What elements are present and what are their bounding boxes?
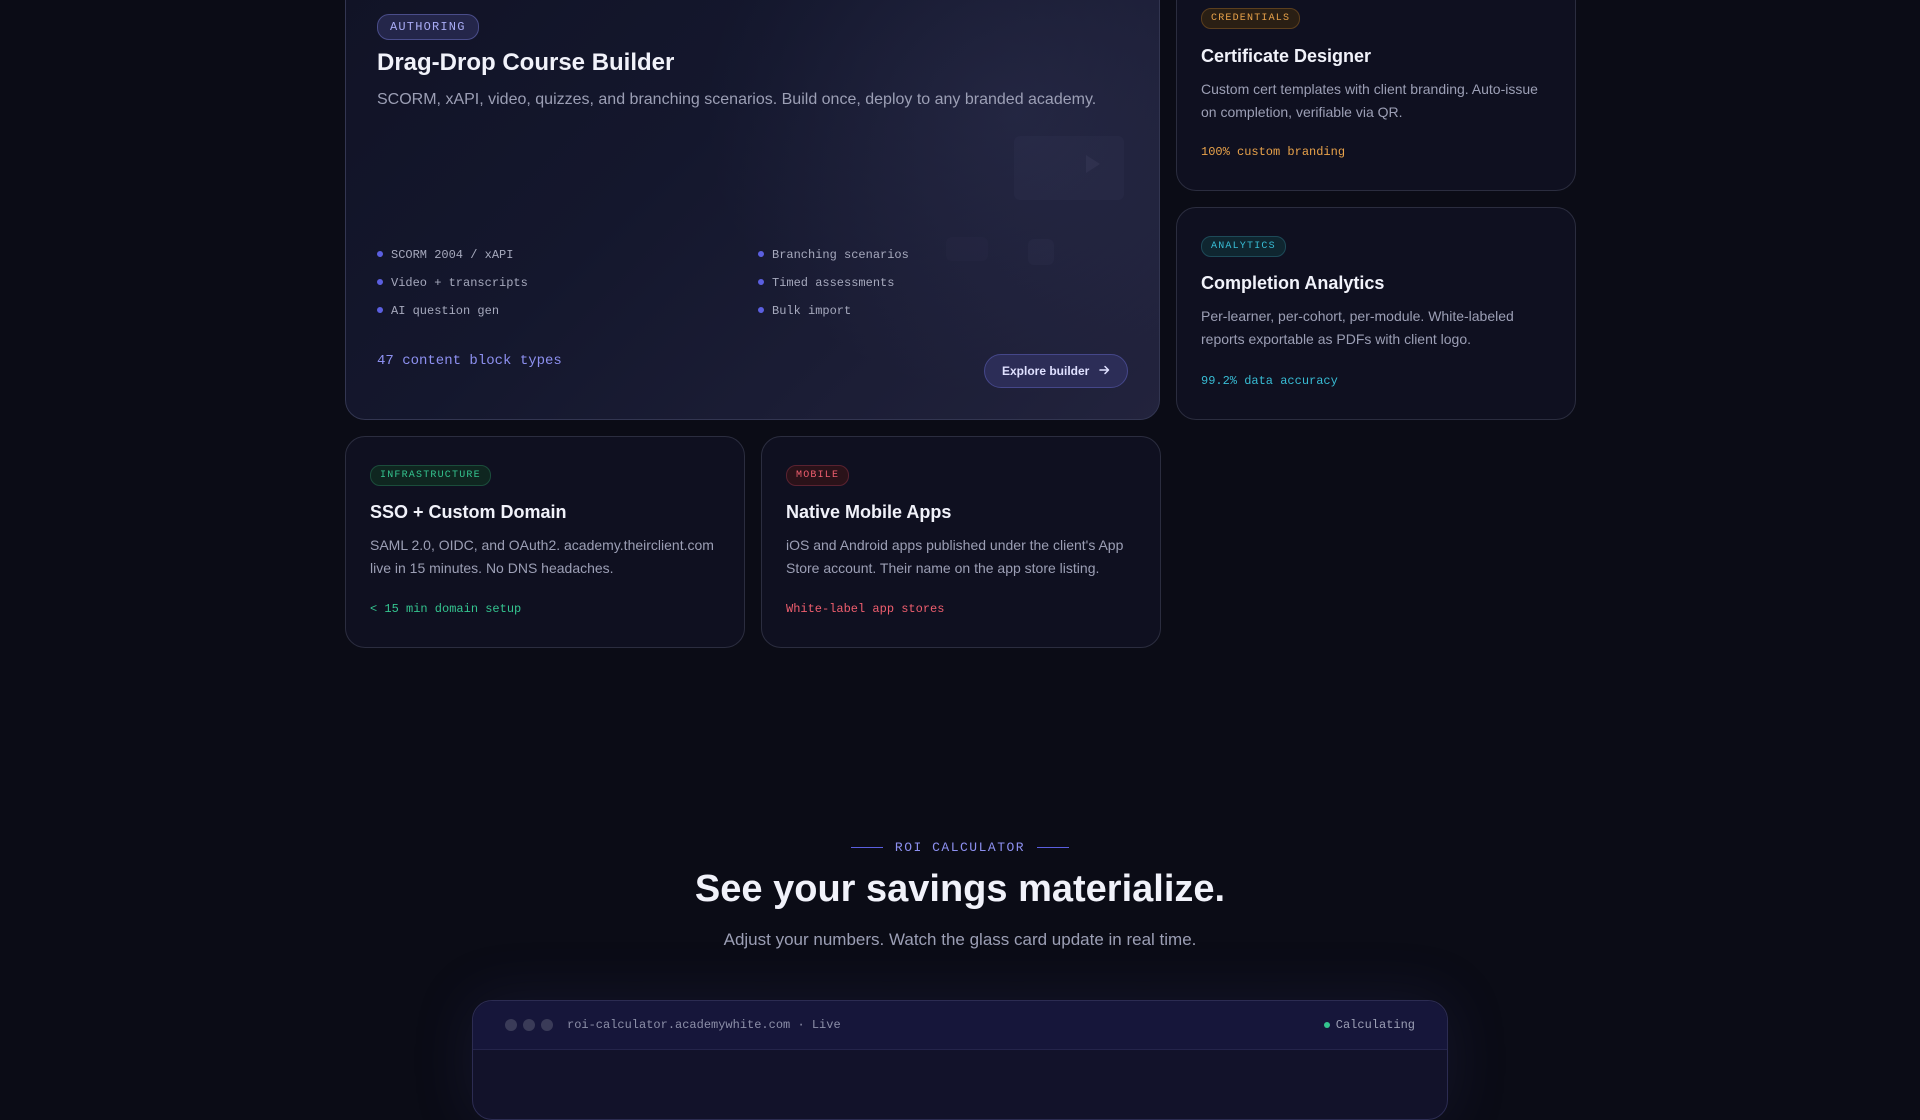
authoring-tag: AUTHORING (377, 14, 479, 40)
analytics-tag: ANALYTICS (1201, 236, 1286, 257)
credentials-stat: 100% custom branding (1201, 145, 1346, 159)
feature-item: SCORM 2004 / xAPI (377, 248, 513, 262)
mobile-tag: MOBILE (786, 465, 850, 486)
infrastructure-description: SAML 2.0, OIDC, and OAuth2. academy.thei… (370, 537, 714, 576)
window-dot-icon (541, 1019, 553, 1031)
feature-item: Bulk import (758, 304, 851, 318)
explore-builder-label: Explore builder (1002, 364, 1090, 378)
block-ghost (946, 237, 988, 261)
block-ghost (1028, 239, 1054, 265)
analytics-stat: 99.2% data accuracy (1201, 374, 1338, 388)
credentials-description: Custom cert templates with client brandi… (1201, 81, 1538, 120)
roi-heading: See your savings materialize. (694, 868, 1226, 910)
analytics-title: Completion Analytics (1201, 273, 1385, 293)
bullet-icon (377, 306, 383, 313)
bullet-icon (758, 250, 764, 257)
window-dot-icon (505, 1019, 517, 1031)
window-dot-icon (523, 1019, 535, 1031)
roi-subheading: Adjust your numbers. Watch the glass car… (723, 930, 1197, 949)
analytics-description: Per-learner, per-cohort, per-module. Whi… (1201, 308, 1514, 347)
authoring-card: AUTHORING Drag-Drop Course Builder SCORM… (345, 0, 1160, 420)
bullet-icon (377, 278, 383, 285)
credentials-tag: CREDENTIALS (1201, 8, 1301, 29)
bullet-icon (758, 306, 764, 313)
feature-item: Branching scenarios (758, 248, 909, 262)
play-icon (1086, 155, 1100, 173)
credentials-title: Certificate Designer (1201, 46, 1372, 66)
calc-status-label: Calculating (1335, 1018, 1415, 1032)
infrastructure-stat: < 15 min domain setup (370, 602, 522, 616)
feature-item: AI question gen (377, 304, 499, 318)
infrastructure-card: INFRASTRUCTURE SSO + Custom Domain SAML … (345, 436, 745, 648)
feature-item: Video + transcripts (377, 276, 528, 290)
explore-builder-button[interactable]: Explore builder (984, 354, 1129, 388)
video-preview-ghost (1014, 136, 1124, 200)
roi-calculator-window: roi-calculator.academywhite.com · Live C… (472, 1000, 1448, 1120)
window-title-bar: roi-calculator.academywhite.com · Live C… (473, 1001, 1447, 1050)
divider-line (850, 847, 883, 848)
roi-label: ROI CALCULATOR (894, 840, 1026, 855)
mobile-card: MOBILE Native Mobile Apps iOS and Androi… (761, 436, 1161, 648)
analytics-card: ANALYTICS Completion Analytics Per-learn… (1176, 207, 1576, 420)
divider-line (1037, 847, 1070, 848)
infrastructure-tag: INFRASTRUCTURE (370, 465, 491, 486)
credentials-card: CREDENTIALS Certificate Designer Custom … (1176, 0, 1576, 191)
roi-section-label: ROI CALCULATOR (0, 840, 1920, 855)
window-url: roi-calculator.academywhite.com · Live (567, 1018, 841, 1032)
mobile-stat: White-label app stores (786, 602, 945, 616)
calc-status: Calculating (1323, 1018, 1415, 1032)
status-dot-icon (1323, 1022, 1330, 1028)
bullet-icon (377, 250, 383, 257)
mobile-title: Native Mobile Apps (786, 502, 952, 522)
bullet-icon (758, 278, 764, 285)
authoring-title: Drag-Drop Course Builder (377, 49, 675, 76)
mobile-description: iOS and Android apps published under the… (786, 537, 1124, 576)
authoring-stat: 47 content block types (377, 353, 562, 369)
feature-item: Timed assessments (758, 276, 894, 290)
arrow-right-icon (1099, 364, 1110, 378)
authoring-description: SCORM, xAPI, video, quizzes, and branchi… (377, 91, 1097, 108)
infrastructure-title: SSO + Custom Domain (370, 502, 567, 522)
